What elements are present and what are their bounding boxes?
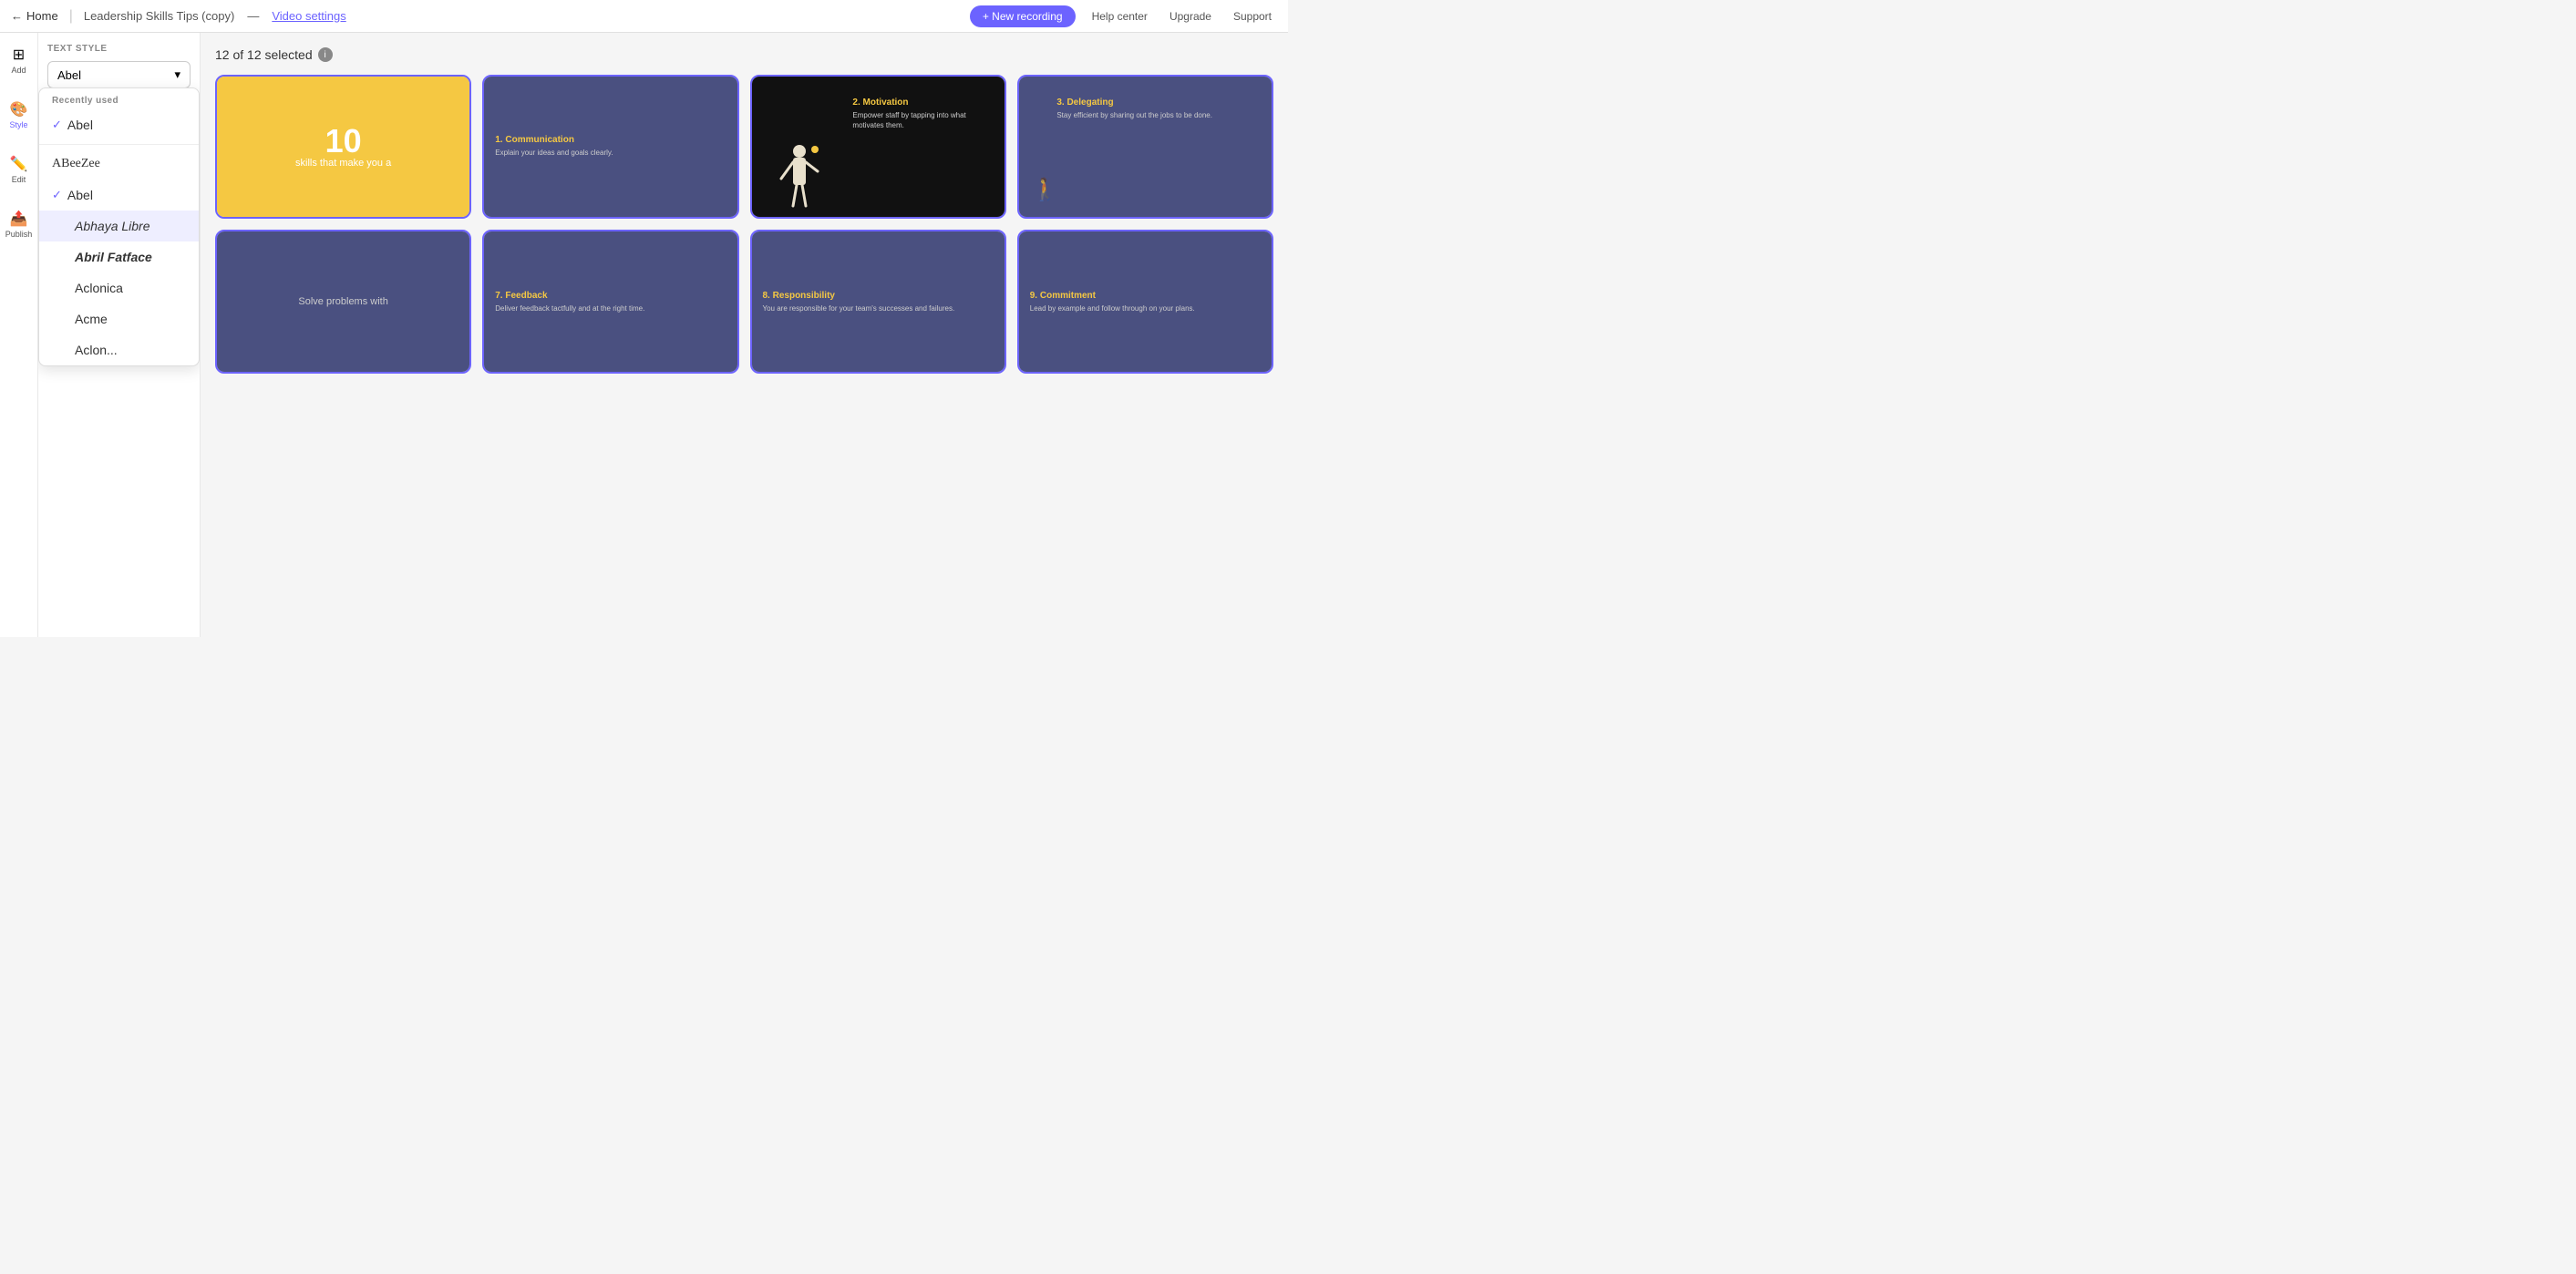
slide8-title: 9. Commitment — [1030, 291, 1261, 301]
font-option-aclonica[interactable]: Aclonica — [39, 272, 199, 303]
current-font-name: Abel — [57, 68, 81, 82]
slide-card-2[interactable]: 1. Communication Explain your ideas and … — [482, 75, 738, 219]
slide-card-6[interactable]: 7. Feedback Deliver feedback tactfully a… — [482, 230, 738, 374]
sidebar-item-edit[interactable]: ✏️ Edit — [2, 149, 36, 190]
slide-card-7[interactable]: 8. Responsibility You are responsible fo… — [750, 230, 1006, 374]
font-name-abeezee: ABeeZee — [52, 157, 100, 171]
slide5-desc: Solve problems with — [298, 296, 387, 307]
home-button[interactable]: ← Home — [11, 9, 58, 23]
slide4-overlay: 3. Delegating Stay efficient by sharing … — [1056, 98, 1259, 120]
slide-card-3[interactable]: 2. Motivation Empower staff by tapping i… — [750, 75, 1006, 219]
top-navigation: ← Home | Leadership Skills Tips (copy) —… — [0, 0, 1288, 33]
selection-count: 12 of 12 selected — [215, 47, 313, 62]
sidebar-style-label: Style — [9, 120, 27, 129]
video-settings-link[interactable]: Video settings — [272, 9, 345, 23]
font-option-abril[interactable]: Abril Fatface — [39, 241, 199, 272]
slide6-desc: Deliver feedback tactfully and at the ri… — [495, 304, 726, 313]
font-option-aclon[interactable]: Aclon... — [39, 334, 199, 365]
slides-grid: 10 skills that make you a 1. Communicati… — [215, 75, 1273, 374]
font-name-abel-recent: Abel — [67, 118, 93, 132]
text-style-label: TEXT STYLE — [47, 44, 191, 54]
edit-icon: ✏️ — [10, 155, 28, 173]
recently-used-label: Recently used — [39, 88, 199, 109]
slide-card-8[interactable]: 9. Commitment Lead by example and follow… — [1017, 230, 1273, 374]
font-name-aclonica: Aclonica — [75, 281, 123, 295]
font-option-abeezee[interactable]: ABeeZee — [39, 149, 199, 180]
info-icon[interactable]: i — [318, 47, 333, 62]
slide-card-4[interactable]: 3. Delegating Stay efficient by sharing … — [1017, 75, 1273, 219]
content-header: 12 of 12 selected i — [215, 47, 1273, 62]
home-label: Home — [26, 9, 58, 23]
font-option-abel[interactable]: ✓ Abel — [39, 180, 199, 211]
slide4-icon: 🚶 — [1032, 177, 1059, 203]
font-name-aclon: Aclon... — [75, 343, 118, 357]
slide6-title: 7. Feedback — [495, 291, 726, 301]
document-title: Leadership Skills Tips (copy) — [84, 9, 234, 23]
slide-card-5[interactable]: Solve problems with — [215, 230, 471, 374]
slide4-desc: Stay efficient by sharing out the jobs t… — [1056, 111, 1259, 120]
new-recording-label: + New recording — [983, 10, 1063, 23]
slide7-title: 8. Responsibility — [763, 291, 994, 301]
character-figure — [777, 98, 822, 217]
slide7-desc: You are responsible for your team's succ… — [763, 304, 994, 313]
help-center-link[interactable]: Help center — [1087, 6, 1153, 26]
font-name-abril: Abril Fatface — [75, 250, 152, 264]
slide2-desc: Explain your ideas and goals clearly. — [495, 149, 726, 158]
style-icon: 🎨 — [10, 100, 28, 118]
check-icon-abel: ✓ — [52, 188, 62, 202]
support-link[interactable]: Support — [1228, 6, 1277, 26]
sidebar-add-label: Add — [11, 66, 26, 75]
font-name-abhaya: Abhaya Libre — [75, 219, 150, 233]
sidebar-item-publish[interactable]: 📤 Publish — [2, 204, 36, 244]
slide-card-1[interactable]: 10 skills that make you a — [215, 75, 471, 219]
slide8-desc: Lead by example and follow through on yo… — [1030, 304, 1261, 313]
nav-separator: — — [247, 9, 259, 23]
check-icon: ✓ — [52, 118, 62, 132]
font-name-abel: Abel — [67, 188, 93, 202]
style-panel: TEXT STYLE Abel ▾ Recently used ✓ Abel A… — [38, 33, 201, 637]
new-recording-button[interactable]: + New recording — [970, 5, 1076, 27]
add-icon: ⊞ — [13, 46, 25, 64]
font-option-abhaya[interactable]: Abhaya Libre — [39, 211, 199, 241]
font-dropdown-trigger[interactable]: Abel ▾ — [47, 61, 191, 88]
upgrade-link[interactable]: Upgrade — [1164, 6, 1217, 26]
dropdown-divider — [39, 144, 199, 145]
slide3-text-overlay: 2. Motivation Empower staff by tapping i… — [852, 98, 991, 130]
nav-divider: | — [69, 8, 73, 25]
slide1-sub-text: skills that make you a — [295, 158, 391, 169]
font-name-acme: Acme — [75, 312, 108, 326]
slide4-title: 3. Delegating — [1056, 98, 1259, 108]
slide1-big-number: 10 — [325, 125, 362, 158]
sidebar-publish-label: Publish — [5, 230, 33, 239]
font-option-abel-recent[interactable]: ✓ Abel — [39, 109, 199, 140]
sidebar-item-add[interactable]: ⊞ Add — [2, 40, 36, 80]
chevron-down-icon: ▾ — [174, 67, 180, 82]
slide3-desc: Empower staff by tapping into what motiv… — [852, 111, 991, 130]
sidebar-item-style[interactable]: 🎨 Style — [2, 95, 36, 135]
font-dropdown-menu: Recently used ✓ Abel ABeeZee ✓ Abel Abha… — [38, 87, 200, 366]
sidebar-edit-label: Edit — [12, 175, 26, 184]
publish-icon: 📤 — [10, 210, 28, 228]
slide2-title: 1. Communication — [495, 135, 726, 145]
back-arrow-icon: ← — [11, 9, 23, 23]
content-area: 12 of 12 selected i 10 skills that make … — [201, 33, 1288, 637]
left-sidebar: ⊞ Add 🎨 Style ✏️ Edit 📤 Publish — [0, 33, 38, 637]
slide3-title: 2. Motivation — [852, 98, 991, 108]
font-option-acme[interactable]: Acme — [39, 303, 199, 334]
